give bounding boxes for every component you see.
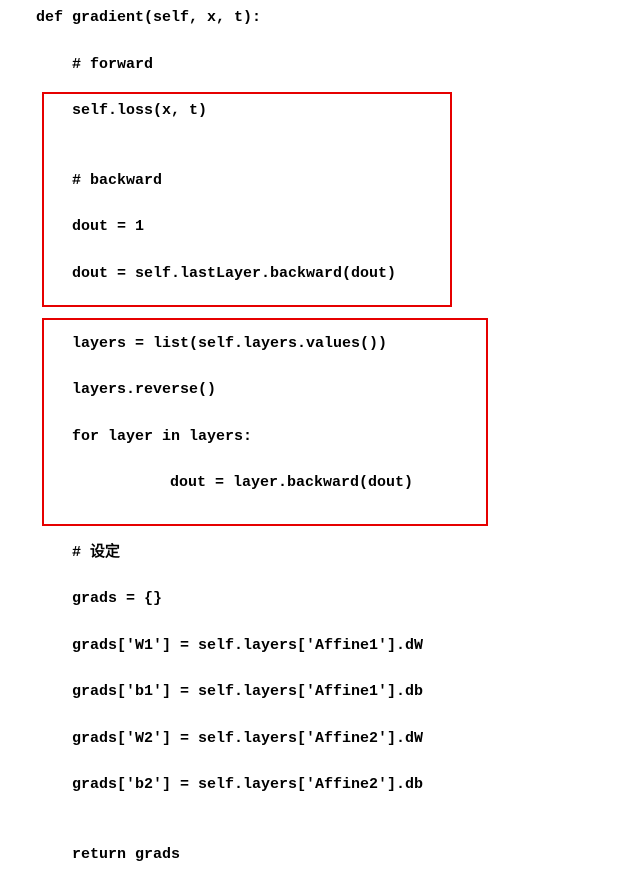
- highlight-box-backward: [42, 92, 452, 307]
- code-page: def gradient(self, x, t): # forward self…: [0, 0, 637, 562]
- code-line: grads['W1'] = self.layers['Affine1'].dW: [0, 634, 637, 657]
- code-line: grads['b1'] = self.layers['Affine1'].db: [0, 680, 637, 703]
- code-line: grads = {}: [0, 587, 637, 610]
- code-line: grads['b2'] = self.layers['Affine2'].db: [0, 773, 637, 796]
- code-line: # 设定: [0, 541, 637, 564]
- code-line: # forward: [0, 53, 637, 76]
- code-line: return grads: [0, 843, 637, 866]
- highlight-box-grads: [42, 318, 488, 526]
- code-line: def gradient(self, x, t):: [0, 6, 637, 29]
- code-line: grads['W2'] = self.layers['Affine2'].dW: [0, 727, 637, 750]
